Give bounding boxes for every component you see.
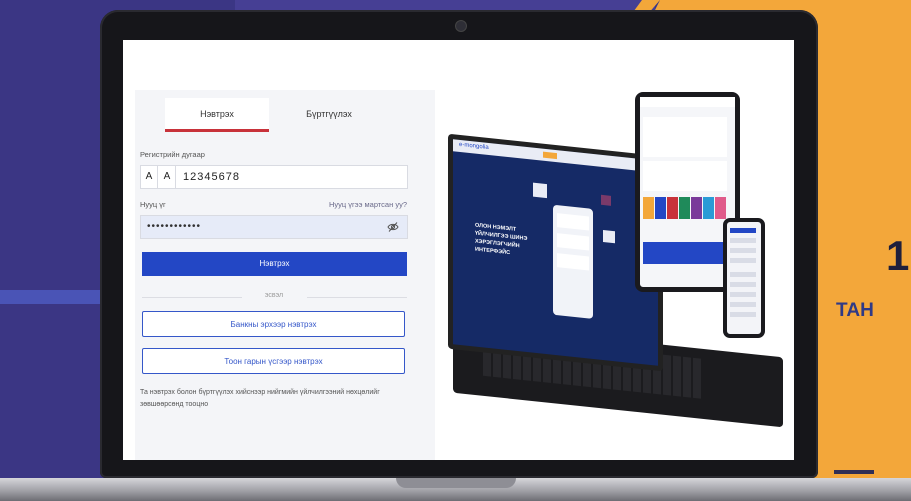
mockup-phone-row xyxy=(730,258,756,263)
digital-signature-button[interactable]: Тоон гарын үсгээр нэвтрэх xyxy=(142,348,405,374)
mockup-phone-card xyxy=(553,204,593,319)
mockup-card xyxy=(557,213,589,231)
mockup-phone-row xyxy=(730,248,756,253)
mockup-laptop-screen: e-mongolia ОЛОН НЭМЭЛТ ҮЙЛЧИЛГЭЭ ШИНЭ ХЭ… xyxy=(448,133,663,372)
mockup-card xyxy=(557,233,589,251)
login-button[interactable]: Нэвтрэх xyxy=(142,252,407,276)
divider-line-left xyxy=(142,297,242,298)
register-field[interactable]: А А 12345678 xyxy=(140,165,408,189)
mockup-tablet-tiles xyxy=(643,197,727,219)
mockup-tablet-card xyxy=(643,161,727,191)
background-band xyxy=(0,290,110,304)
mockup-phone-row xyxy=(730,302,756,307)
mockup-phone-row xyxy=(730,238,756,243)
register-label: Регистрийн дугаар xyxy=(140,150,205,159)
camera-icon xyxy=(455,20,467,32)
mockup-tile xyxy=(691,197,702,219)
laptop-notch xyxy=(396,478,516,488)
laptop-screen: Нэвтрэх Бүртгүүлэх Регистрийн дугаар А А… xyxy=(123,40,794,460)
mockup-tablet-header xyxy=(640,97,735,107)
bank-login-button[interactable]: Банкны эрхээр нэвтрэх xyxy=(142,311,405,337)
mockup-tile xyxy=(715,197,726,219)
mockup-floating-card xyxy=(601,194,611,206)
mockup-floating-card xyxy=(603,229,615,244)
mockup-tile xyxy=(679,197,690,219)
password-input[interactable]: •••••••••••• xyxy=(147,216,201,238)
password-field[interactable]: •••••••••••• xyxy=(140,215,408,239)
divider-line-right xyxy=(307,297,407,298)
divider-text: эсвэл xyxy=(264,292,284,299)
mockup-phone-row xyxy=(730,228,756,233)
mockup-tablet-card xyxy=(643,117,727,157)
tab-login[interactable]: Нэвтрэх xyxy=(165,98,269,132)
mockup-topbar: e-mongolia xyxy=(453,139,658,173)
mockup-tile xyxy=(667,197,678,219)
divider: эсвэл xyxy=(142,292,407,302)
password-label: Нууц үг xyxy=(140,200,166,209)
mockup-headline: ОЛОН НЭМЭЛТ ҮЙЛЧИЛГЭЭ ШИНЭ ХЭРЭГЛЭГЧИЙН … xyxy=(475,222,528,257)
mockup-tile xyxy=(703,197,714,219)
register-number-input[interactable]: 12345678 xyxy=(183,166,240,188)
mockup-phone-row xyxy=(730,292,756,297)
mockup-tag xyxy=(543,151,557,160)
login-panel: Нэвтрэх Бүртгүүлэх Регистрийн дугаар А А… xyxy=(135,90,435,460)
mockup-phone-row xyxy=(730,282,756,287)
mockup-logo: e-mongolia xyxy=(459,141,489,151)
mockup-phone-row xyxy=(730,312,756,317)
register-letter-2[interactable]: А xyxy=(159,166,176,188)
side-big-text: 1 xyxy=(886,232,909,279)
mockup-phone xyxy=(723,218,765,338)
forgot-password-link[interactable]: Нууц үгээ мартсан уу? xyxy=(329,200,407,209)
mockup-phone-row xyxy=(730,272,756,277)
login-tabs: Нэвтрэх Бүртгүүлэх xyxy=(165,98,393,134)
eye-off-icon[interactable] xyxy=(387,221,399,233)
side-small-text: ТАН xyxy=(836,300,874,321)
mockup-card xyxy=(557,253,589,271)
mockup-floating-card xyxy=(533,182,547,199)
mockup-tile xyxy=(643,197,654,219)
terms-footnote: Та нэвтрэх болон бүртгүүлэх хийснээр ний… xyxy=(140,389,380,408)
side-dash xyxy=(834,470,874,474)
register-letter-1[interactable]: А xyxy=(141,166,158,188)
mockup-tile xyxy=(655,197,666,219)
mockup-tablet-banner xyxy=(643,242,727,264)
tab-register[interactable]: Бүртгүүлэх xyxy=(277,98,381,130)
